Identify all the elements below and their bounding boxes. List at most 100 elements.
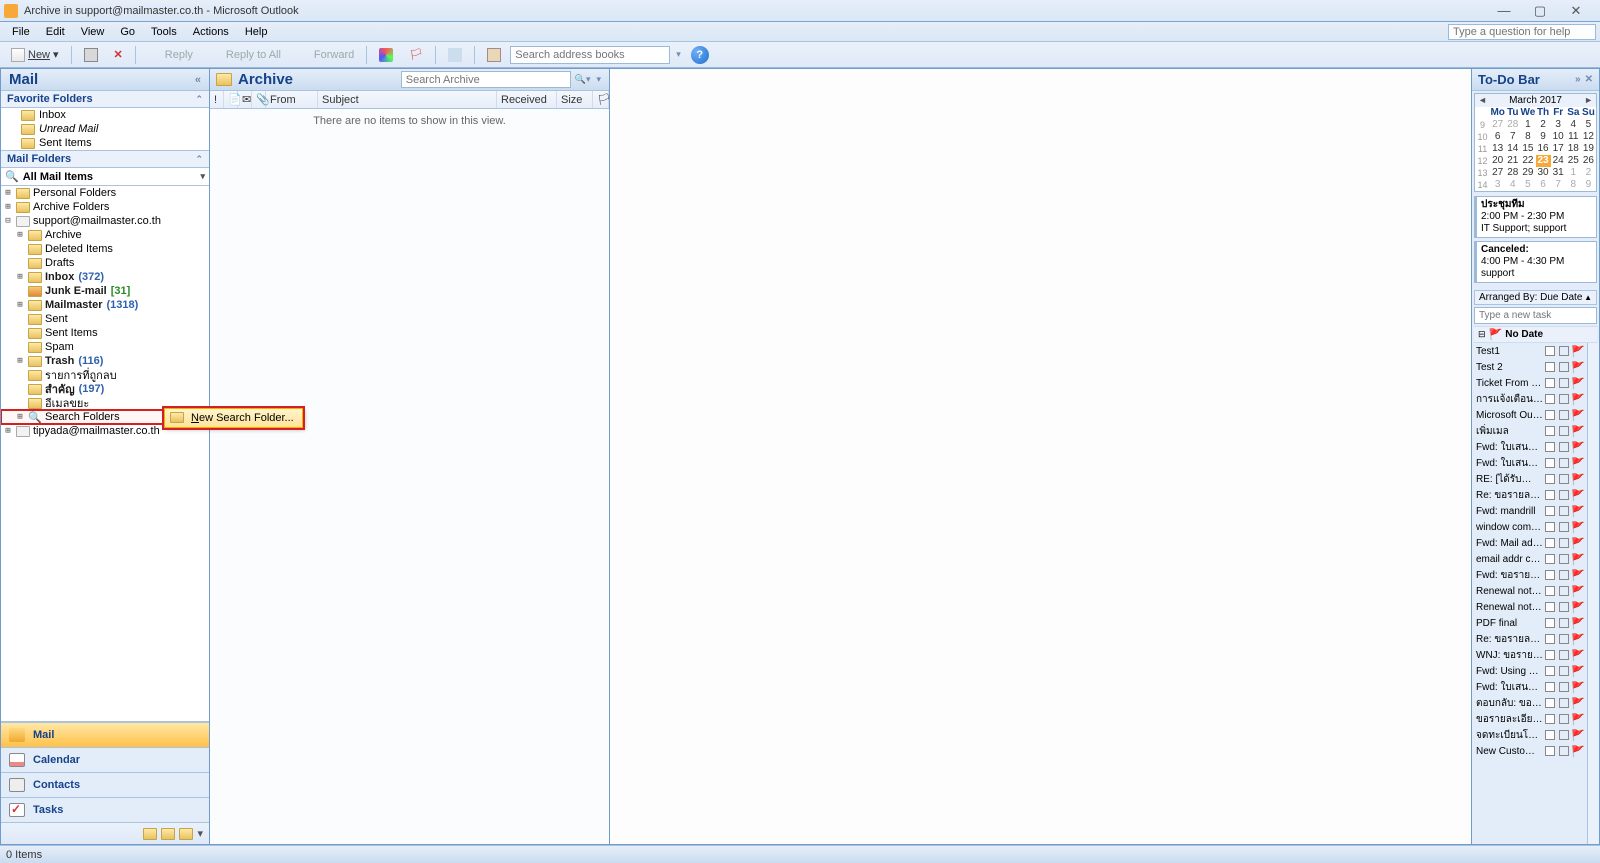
- collapse-nav-icon[interactable]: «: [195, 74, 201, 86]
- send-receive-button[interactable]: [441, 45, 469, 65]
- nav-tasks[interactable]: Tasks: [1, 797, 209, 822]
- flag-icon[interactable]: 🚩: [1571, 425, 1583, 438]
- cal-day[interactable]: 21: [1505, 155, 1520, 167]
- category-icon[interactable]: [1545, 634, 1555, 644]
- category-icon[interactable]: [1545, 538, 1555, 548]
- flag-icon[interactable]: 🚩: [1571, 729, 1583, 742]
- task-complete-checkbox[interactable]: [1559, 666, 1569, 676]
- cal-day[interactable]: 9: [1581, 179, 1596, 191]
- task-item[interactable]: Fwd: ใบเสนอราค...🚩: [1474, 455, 1585, 471]
- cal-day[interactable]: 4: [1505, 179, 1520, 191]
- task-item[interactable]: Renewal notifica...🚩: [1474, 599, 1585, 615]
- category-icon[interactable]: [1545, 698, 1555, 708]
- cal-day[interactable]: 3: [1490, 179, 1505, 191]
- category-icon[interactable]: [1545, 586, 1555, 596]
- flag-icon[interactable]: 🚩: [1571, 617, 1583, 630]
- cal-day[interactable]: 31: [1551, 167, 1566, 179]
- menu-tools[interactable]: Tools: [143, 22, 185, 42]
- cal-day[interactable]: 2: [1581, 167, 1596, 179]
- mail-folders-header[interactable]: Mail Folders⌃: [1, 151, 209, 168]
- flag-icon[interactable]: 🚩: [1571, 377, 1583, 390]
- folder-personal-folders[interactable]: ⊞Personal Folders: [1, 186, 209, 200]
- address-book-button[interactable]: [480, 45, 508, 65]
- task-complete-checkbox[interactable]: [1559, 506, 1569, 516]
- cal-day[interactable]: 9: [1536, 131, 1551, 143]
- category-icon[interactable]: [1545, 378, 1555, 388]
- task-complete-checkbox[interactable]: [1559, 410, 1569, 420]
- help-search-input[interactable]: [1448, 24, 1596, 40]
- flag-icon[interactable]: 🚩: [1571, 441, 1583, 454]
- folder--[interactable]: รายการที่ถูกลบ: [1, 368, 209, 382]
- task-item[interactable]: ตอบกลับ: ขอรายล...🚩: [1474, 695, 1585, 711]
- cal-day[interactable]: 11: [1566, 131, 1581, 143]
- cal-day[interactable]: 8: [1566, 179, 1581, 191]
- reply-button[interactable]: Reply: [141, 45, 200, 65]
- cal-day[interactable]: 6: [1536, 179, 1551, 191]
- task-item[interactable]: Fwd: mandrill🚩: [1474, 503, 1585, 519]
- folder-junk-e-mail[interactable]: Junk E-mail[31]: [1, 284, 209, 298]
- cal-day[interactable]: 25: [1566, 155, 1581, 167]
- task-complete-checkbox[interactable]: [1559, 730, 1569, 740]
- task-item[interactable]: email addr check🚩: [1474, 551, 1585, 567]
- minimize-button[interactable]: —: [1490, 3, 1518, 19]
- date-navigator[interactable]: ◄March 2017► MoTuWeThFrSaSu9272812345106…: [1474, 93, 1597, 192]
- cal-day[interactable]: 17: [1551, 143, 1566, 155]
- cal-day[interactable]: 8: [1520, 131, 1535, 143]
- task-complete-checkbox[interactable]: [1559, 442, 1569, 452]
- folder-deleted-items[interactable]: Deleted Items: [1, 242, 209, 256]
- task-complete-checkbox[interactable]: [1559, 618, 1569, 628]
- cal-day[interactable]: 22: [1520, 155, 1535, 167]
- fav-unread[interactable]: Unread Mail: [1, 122, 209, 136]
- category-icon[interactable]: [1545, 602, 1555, 612]
- task-item[interactable]: Microsoft Outlo...🚩: [1474, 407, 1585, 423]
- shortcuts-icon[interactable]: [179, 828, 193, 840]
- task-complete-checkbox[interactable]: [1559, 346, 1569, 356]
- flag-icon[interactable]: 🚩: [1571, 553, 1583, 566]
- task-item[interactable]: เพิ่มเมล🚩: [1474, 423, 1585, 439]
- cal-day[interactable]: 28: [1505, 167, 1520, 179]
- menu-file[interactable]: File: [4, 22, 38, 42]
- expand-icon[interactable]: ⊞: [3, 202, 13, 212]
- cal-day[interactable]: 3: [1551, 119, 1566, 131]
- flag-icon[interactable]: 🚩: [1571, 473, 1583, 486]
- task-complete-checkbox[interactable]: [1559, 554, 1569, 564]
- task-complete-checkbox[interactable]: [1559, 682, 1569, 692]
- cal-day[interactable]: 14: [1505, 143, 1520, 155]
- flag-icon[interactable]: 🚩: [1571, 345, 1583, 358]
- folder-inbox[interactable]: ⊞Inbox(372): [1, 270, 209, 284]
- flag-icon[interactable]: 🚩: [1571, 697, 1583, 710]
- flag-icon[interactable]: 🚩: [1571, 681, 1583, 694]
- fav-inbox[interactable]: Inbox: [1, 108, 209, 122]
- folder-mailmaster[interactable]: ⊞Mailmaster(1318): [1, 298, 209, 312]
- cal-day[interactable]: 23: [1536, 155, 1551, 167]
- task-item[interactable]: RE: [ได้รับคำร้องข...🚩: [1474, 471, 1585, 487]
- expand-icon[interactable]: ⊞: [15, 272, 25, 282]
- flag-icon[interactable]: 🚩: [1571, 633, 1583, 646]
- flag-icon[interactable]: 🚩: [1571, 521, 1583, 534]
- cal-day[interactable]: 10: [1551, 131, 1566, 143]
- flag-icon[interactable]: 🚩: [1571, 361, 1583, 374]
- cal-day[interactable]: 19: [1581, 143, 1596, 155]
- category-icon[interactable]: [1545, 410, 1555, 420]
- category-icon[interactable]: [1545, 522, 1555, 532]
- task-complete-checkbox[interactable]: [1559, 570, 1569, 580]
- cal-day[interactable]: 27: [1490, 167, 1505, 179]
- column-headers[interactable]: ! 📄 ✉ 📎 From Subject Received Size 🏳: [210, 91, 609, 109]
- task-complete-checkbox[interactable]: [1559, 538, 1569, 548]
- expand-icon[interactable]: ⊞: [3, 426, 13, 436]
- task-item[interactable]: จดทะเบียนโดเมน...🚩: [1474, 727, 1585, 743]
- new-search-folder-item[interactable]: New Search Folder...: [191, 412, 294, 424]
- list-menu-icon[interactable]: ▾: [594, 72, 603, 87]
- folder-spam[interactable]: Spam: [1, 340, 209, 354]
- task-item[interactable]: New Customer : ...🚩: [1474, 743, 1585, 759]
- flag-icon[interactable]: 🚩: [1571, 457, 1583, 470]
- task-complete-checkbox[interactable]: [1559, 362, 1569, 372]
- menu-edit[interactable]: Edit: [38, 22, 73, 42]
- task-scrollbar[interactable]: [1587, 343, 1599, 844]
- folder-list-icon[interactable]: [161, 828, 175, 840]
- task-item[interactable]: Re: ขอรายละเอียด...🚩: [1474, 487, 1585, 503]
- cal-day[interactable]: 30: [1536, 167, 1551, 179]
- menu-actions[interactable]: Actions: [185, 22, 237, 42]
- cal-day[interactable]: 1: [1520, 119, 1535, 131]
- flag-icon[interactable]: 🚩: [1571, 665, 1583, 678]
